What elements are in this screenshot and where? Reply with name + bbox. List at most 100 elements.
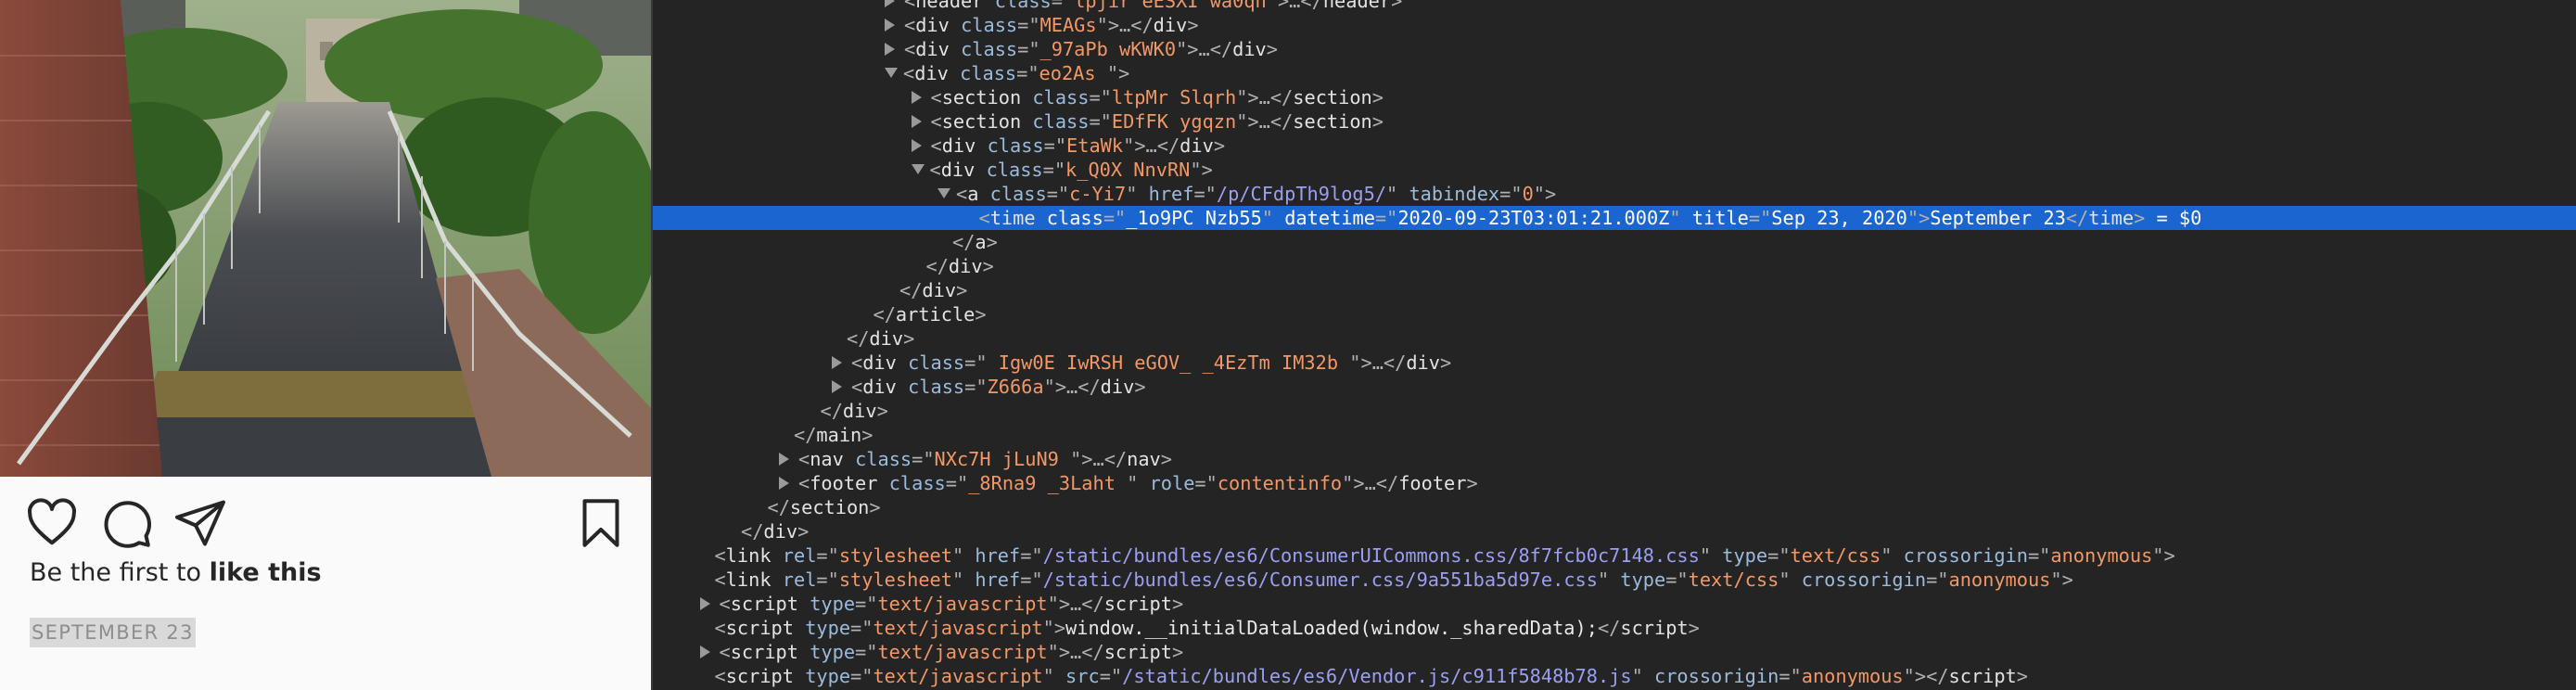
token-attr: class — [1046, 207, 1103, 229]
expand-triangle-icon[interactable] — [699, 596, 710, 610]
expand-triangle-icon[interactable] — [911, 114, 922, 128]
dom-node[interactable]: <div class="EtaWk">…</div> — [653, 134, 2576, 158]
token-tk: =" — [945, 472, 969, 494]
expand-triangle-icon[interactable] — [911, 138, 922, 152]
dom-node[interactable]: <div class="_97aPb wKWK0">…</div> — [653, 37, 2576, 61]
token-tk: =" — [1051, 0, 1075, 12]
token-nm: time — [2088, 207, 2135, 229]
dom-node-selected[interactable]: <time class="_1o9PC Nzb55" datetime="202… — [653, 206, 2576, 230]
token-tk: "> — [1190, 159, 1213, 181]
token-tk: </ — [820, 400, 843, 422]
post-photo[interactable] — [0, 0, 651, 477]
token-tk: =" — [850, 665, 874, 687]
dom-node[interactable]: </div> — [653, 519, 2576, 543]
token-tk: =" — [912, 448, 935, 470]
dom-node[interactable]: <script type="text/javascript">…</script… — [653, 640, 2576, 664]
post-date[interactable]: SEPTEMBER 23 — [30, 618, 196, 647]
dom-node[interactable]: <div class="Z666a">…</div> — [653, 375, 2576, 399]
dom-node[interactable]: <div class="MEAGs">…</div> — [653, 13, 2576, 37]
expand-triangle-icon[interactable] — [911, 90, 922, 104]
collapse-triangle-icon[interactable] — [937, 188, 950, 198]
expand-triangle-icon[interactable] — [699, 645, 710, 658]
dom-node[interactable]: <a class="c-Yi7" href="/p/CFdpTh9log5/" … — [653, 182, 2576, 206]
token-tk: > — [861, 424, 874, 446]
dom-node[interactable]: <script type="text/javascript">…</script… — [653, 592, 2576, 616]
heart-icon — [28, 498, 76, 545]
token-val: _97aPb wKWK0 — [1039, 38, 1177, 60]
dom-node[interactable]: <link rel="stylesheet" href="/static/bun… — [653, 568, 2576, 592]
token-tk: =" — [1099, 665, 1123, 687]
token-nm: main — [816, 424, 862, 446]
token-tk: =" — [1046, 183, 1070, 205]
share-button[interactable] — [172, 495, 228, 551]
token-val: MEAGs — [1039, 14, 1097, 36]
token-tk: "> — [1906, 207, 1931, 229]
expand-triangle-icon[interactable] — [885, 18, 895, 32]
token-attr: class — [987, 134, 1044, 157]
save-button[interactable] — [573, 495, 629, 551]
dom-node[interactable]: </div> — [653, 278, 2576, 302]
token-tk: < — [930, 134, 942, 157]
dom-node[interactable]: </div> — [653, 326, 2576, 351]
bookmark-icon — [582, 499, 619, 547]
like-button[interactable] — [24, 495, 80, 551]
token-tk: < — [714, 617, 726, 639]
token-tk: > — [1187, 14, 1199, 36]
like-this-link[interactable]: like this — [210, 558, 322, 587]
expand-triangle-icon[interactable] — [779, 476, 789, 490]
dom-node[interactable]: </main> — [653, 423, 2576, 447]
collapse-triangle-icon[interactable] — [911, 164, 925, 174]
collapse-triangle-icon[interactable] — [885, 68, 898, 78]
token-attr: href — [975, 544, 1021, 567]
dom-node[interactable]: </article> — [653, 302, 2576, 326]
dom-node[interactable]: <div class=" Igw0E IwRSH eGOV_ _4EzTm IM… — [653, 351, 2576, 375]
dom-node[interactable]: <header class="lpjir eESXI wa0qn">…</hea… — [653, 0, 2576, 13]
token-attr: type — [1620, 569, 1666, 591]
token-href: /static/bundles/es6/Vendor.js/c911f5848b… — [1122, 665, 1632, 687]
token-val: stylesheet — [838, 544, 952, 567]
comment-button[interactable] — [98, 495, 154, 551]
token-tk: " — [1597, 569, 1621, 591]
dom-node[interactable]: <section class="EDfFK ygqzn">…</section> — [653, 109, 2576, 134]
token-val: _8Rna9 _3Laht — [968, 472, 1128, 494]
expand-triangle-icon[interactable] — [885, 0, 895, 7]
dom-node[interactable]: </section> — [653, 495, 2576, 519]
dom-node[interactable]: <script type="text/javascript" src="/sta… — [653, 664, 2576, 688]
token-tk: > — [1171, 593, 1184, 615]
token-tk: " — [1126, 183, 1149, 205]
token-attr: class — [994, 0, 1052, 12]
token-tk: ">…</ — [1096, 14, 1154, 36]
token-tk: < — [851, 351, 863, 374]
token-val: lpjir eESXI wa0qn — [1074, 0, 1267, 12]
token-nm: nav — [1127, 448, 1161, 470]
dom-node[interactable]: </a> — [653, 230, 2576, 254]
token-tk: > — [975, 303, 987, 326]
token-tk: ">…</ — [1047, 593, 1104, 615]
token-val: text/javascript — [877, 593, 1048, 615]
token-attr: type — [805, 617, 851, 639]
token-tk: " — [1699, 544, 1723, 567]
dom-node[interactable]: <footer class="_8Rna9 _3Laht " role="con… — [653, 471, 2576, 495]
dom-node[interactable]: <nav class="NXc7H jLuN9 ">…</nav> — [653, 447, 2576, 471]
dom-node[interactable]: <section class="ltpMr Slqrh">…</section> — [653, 85, 2576, 109]
dom-node[interactable]: <link rel="stylesheet" href="/static/bun… — [653, 543, 2576, 568]
token-nm: div — [1232, 38, 1267, 60]
expand-triangle-icon[interactable] — [832, 379, 842, 393]
token-tk: "> — [2152, 544, 2175, 567]
expand-triangle-icon[interactable] — [885, 42, 895, 56]
dom-node[interactable]: <div class="k_Q0X NnvRN"> — [653, 158, 2576, 182]
token-tk: < — [978, 207, 990, 229]
token-tk: =" — [1374, 207, 1398, 229]
token-tk: > — [986, 231, 998, 253]
dom-node[interactable]: </div> — [653, 399, 2576, 423]
dom-node[interactable]: <div class="eo2As "> — [653, 61, 2576, 85]
devtools-elements-panel: <header class="lpjir eESXI wa0qn">…</hea… — [651, 0, 2576, 690]
token-val: text/javascript — [873, 617, 1043, 639]
comment-icon — [104, 501, 151, 548]
dom-node[interactable]: <script type="text/javascript">window.__… — [653, 616, 2576, 640]
dom-node[interactable]: </div> — [653, 254, 2576, 278]
token-tk: =" — [1194, 472, 1218, 494]
token-tk: =" — [855, 641, 878, 663]
expand-triangle-icon[interactable] — [779, 452, 789, 466]
expand-triangle-icon[interactable] — [832, 355, 842, 369]
